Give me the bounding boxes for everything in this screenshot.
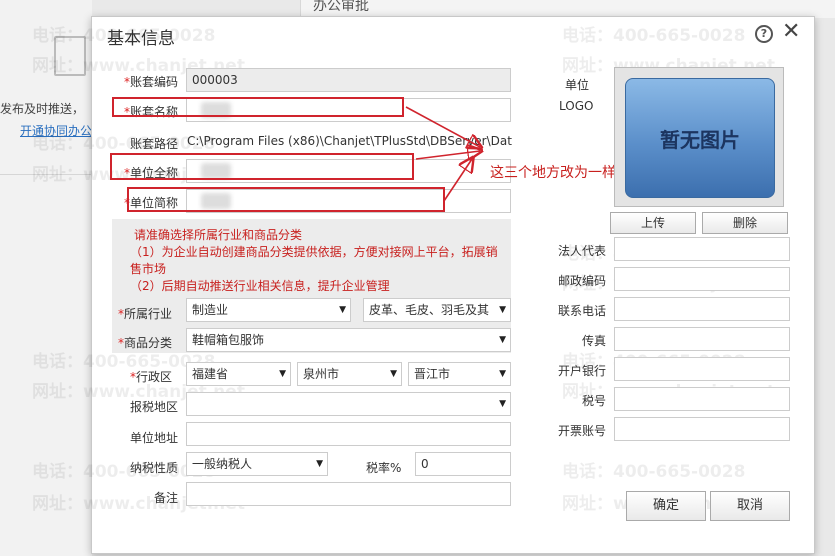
account-code-input[interactable]: 000003 xyxy=(186,68,511,92)
dropdown-arrow-icon: ▼ xyxy=(499,335,506,345)
industry-label: *所属行业 xyxy=(118,307,173,321)
taxpayer-type-select[interactable]: 一般纳税人 ▼ xyxy=(186,452,328,476)
background-sidebar xyxy=(0,0,92,556)
legal-rep-input[interactable] xyxy=(614,237,790,261)
background-text: 发布及时推送， xyxy=(0,102,85,116)
tax-region-label: 报税地区 xyxy=(130,400,179,414)
company-address-label: 单位地址 xyxy=(130,431,179,445)
dropdown-arrow-icon: ▼ xyxy=(390,369,397,379)
account-code-label: *账套编码 xyxy=(124,75,179,89)
cancel-button[interactable]: 取消 xyxy=(710,491,790,521)
annotation-text: 这三个地方改为一样 xyxy=(490,165,616,181)
invoice-account-input[interactable] xyxy=(614,417,790,441)
remarks-label: 备注 xyxy=(154,491,179,505)
highlight-box xyxy=(110,153,414,180)
province-select[interactable]: 福建省 ▼ xyxy=(186,362,291,386)
watermark: 电话：400-665-0028 xyxy=(562,26,746,46)
background-divider xyxy=(0,174,92,175)
dropdown-arrow-icon: ▼ xyxy=(499,399,506,409)
dropdown-arrow-icon: ▼ xyxy=(339,305,346,315)
annotation-arrows-icon xyxy=(405,106,512,202)
industry-subcategory-select[interactable]: 皮革、毛皮、羽毛及其 ▼ xyxy=(363,298,511,322)
background-title: 办公审批 xyxy=(313,0,369,14)
highlight-box xyxy=(112,97,404,117)
postcode-input[interactable] xyxy=(614,267,790,291)
fax-input[interactable] xyxy=(614,327,790,351)
account-path-label: 账套路径 xyxy=(130,137,179,151)
dropdown-arrow-icon: ▼ xyxy=(499,369,506,379)
district-select[interactable]: 晋江市 ▼ xyxy=(408,362,511,386)
product-category-label: *商品分类 xyxy=(118,336,173,350)
bank-input[interactable] xyxy=(614,357,790,381)
watermark: 电话：400-665-0028 xyxy=(562,462,746,482)
city-select[interactable]: 泉州市 ▼ xyxy=(297,362,402,386)
no-image-text: 暂无图片 xyxy=(660,128,740,152)
tax-rate-input[interactable]: 0 xyxy=(415,452,511,476)
close-icon[interactable]: ✕ xyxy=(782,19,800,44)
logo-label: 单位 xyxy=(565,78,590,92)
dialog-title: 基本信息 xyxy=(107,29,175,49)
industry-select[interactable]: 制造业 ▼ xyxy=(186,298,351,322)
logo-label: LOGO xyxy=(559,99,594,113)
legal-rep-label: 法人代表 xyxy=(558,244,607,258)
dropdown-arrow-icon: ▼ xyxy=(316,459,323,469)
region-label: *行政区 xyxy=(130,370,173,384)
tax-no-label: 税号 xyxy=(582,394,607,408)
dropdown-arrow-icon: ▼ xyxy=(499,305,506,315)
ok-button[interactable]: 确定 xyxy=(626,491,706,521)
invoice-account-label: 开票账号 xyxy=(558,424,607,438)
product-category-select[interactable]: 鞋帽箱包服饰 ▼ xyxy=(186,328,511,352)
delete-button[interactable]: 删除 xyxy=(702,212,788,234)
tax-region-select[interactable]: ▼ xyxy=(186,392,511,416)
company-address-input[interactable] xyxy=(186,422,511,446)
upload-button[interactable]: 上传 xyxy=(610,212,696,234)
tax-no-input[interactable] xyxy=(614,387,790,411)
bank-label: 开户银行 xyxy=(558,364,607,378)
collaboration-link[interactable]: 开通协同办公 xyxy=(20,122,92,139)
phone-label: 联系电话 xyxy=(558,304,607,318)
phone-input[interactable] xyxy=(614,297,790,321)
notice-line: （1）为企业自动创建商品分类提供依据，方便对接网上平台，拓展销售市场 xyxy=(130,245,498,276)
dropdown-arrow-icon: ▼ xyxy=(279,369,286,379)
notice-line: 请准确选择所属行业和商品分类 xyxy=(134,228,303,242)
logo-preview: 暂无图片 xyxy=(614,67,784,207)
remarks-input[interactable] xyxy=(186,482,511,506)
taxpayer-type-label: 纳税性质 xyxy=(130,461,179,475)
postcode-label: 邮政编码 xyxy=(558,274,607,288)
document-icon xyxy=(54,36,86,76)
logo-placeholder-image: 暂无图片 xyxy=(625,78,775,198)
basic-info-dialog: 基本信息 ? ✕ 电话：400-665-0028 网址：www.chanjet.… xyxy=(32,16,815,554)
fax-label: 传真 xyxy=(582,334,607,348)
help-icon[interactable]: ? xyxy=(755,25,773,43)
tax-rate-label: 税率% xyxy=(366,461,402,475)
notice-line: （2）后期自动推送行业相关信息，提升企业管理 xyxy=(130,279,390,293)
